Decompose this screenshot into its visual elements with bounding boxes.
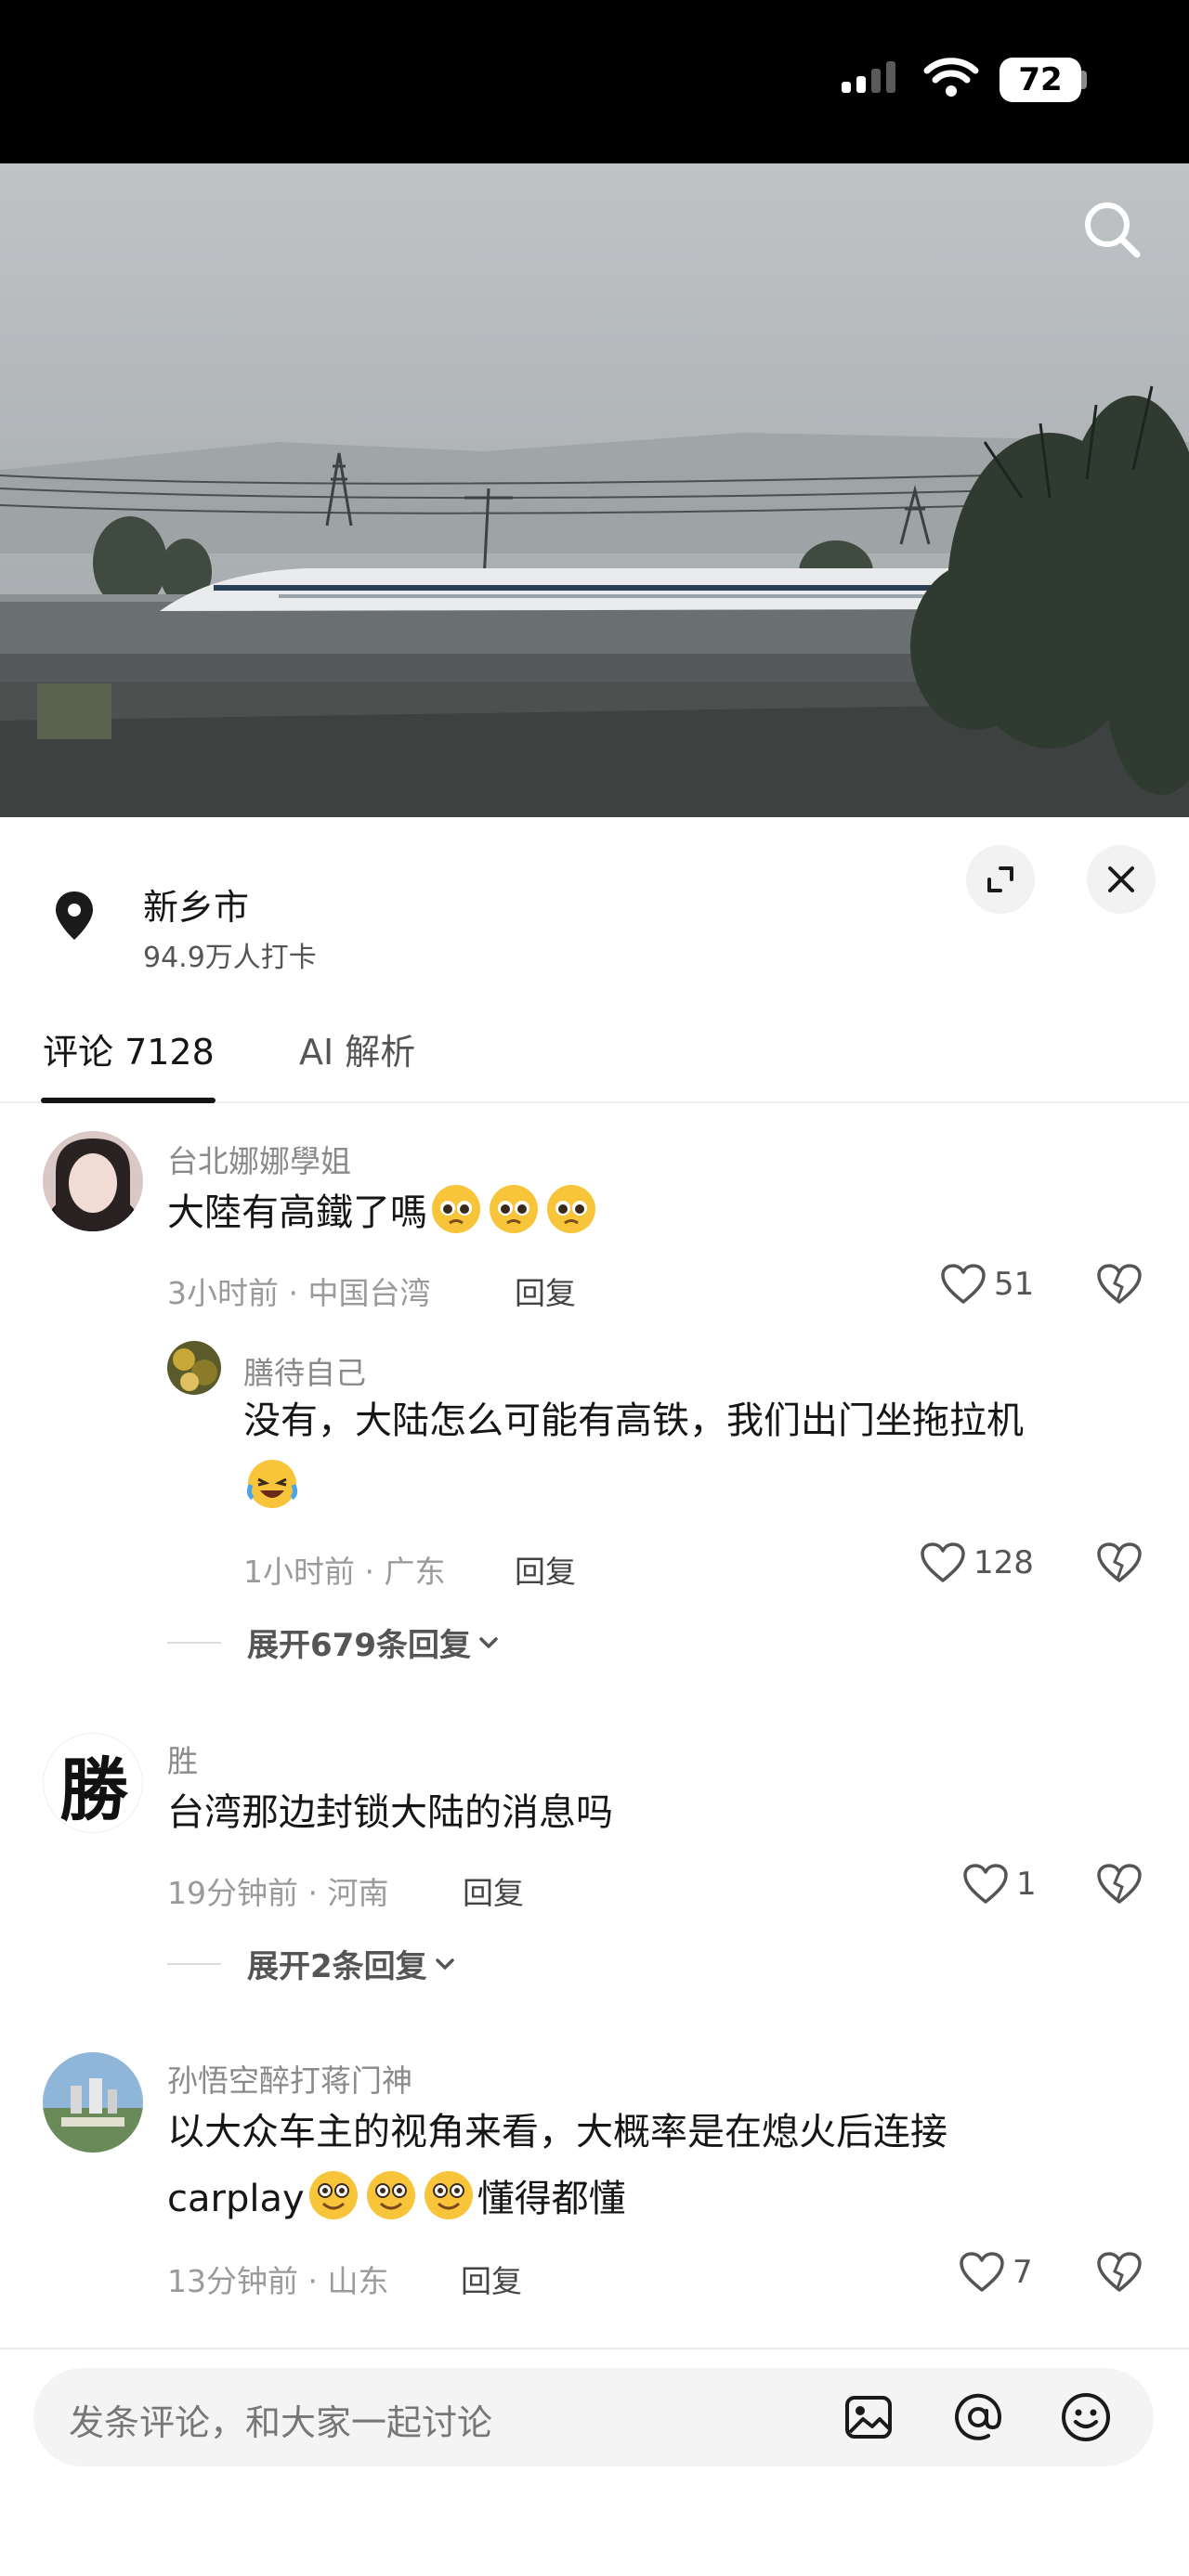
mention-icon[interactable]	[947, 2387, 1009, 2448]
comment-username[interactable]: 台北娜娜學姐	[167, 1137, 351, 1181]
like-count: 7	[1013, 2254, 1033, 2291]
like-button[interactable]: 7	[959, 2251, 1033, 2294]
fullscreen-button[interactable]	[966, 845, 1035, 914]
image-icon[interactable]	[838, 2387, 899, 2448]
search-icon[interactable]	[1079, 197, 1144, 262]
location-pin-icon	[50, 890, 98, 942]
location-checkins: 94.9万人打卡	[143, 942, 317, 974]
comment-meta: 19分钟前 · 河南	[167, 1875, 389, 1911]
comment-sheet: 新乡市 94.9万人打卡 评论 7128 AI 解析 台北娜娜學姐 大陸有高鐵了…	[0, 821, 1189, 2576]
avatar[interactable]	[167, 1341, 221, 1395]
comment-input-bar: 发条评论，和大家一起讨论	[0, 2348, 1189, 2576]
battery-cap	[1081, 71, 1087, 89]
broken-heart-icon	[1097, 1864, 1142, 1904]
location-name: 新乡市	[143, 887, 250, 928]
emoji-icon[interactable]	[1055, 2387, 1117, 2448]
like-count: 51	[994, 1266, 1035, 1303]
close-button[interactable]	[1087, 845, 1156, 914]
flushed-smile-emoji	[308, 2171, 358, 2219]
heart-icon	[963, 1864, 1008, 1904]
battery-indicator: 72	[1000, 58, 1081, 102]
broken-heart-icon	[1097, 2252, 1142, 2292]
reply-username[interactable]: 膳待自己	[243, 1348, 366, 1393]
like-button[interactable]: 128	[920, 1542, 1034, 1584]
comment-username[interactable]: 孙悟空醉打蒋门神	[167, 2056, 412, 2101]
like-button[interactable]: 51	[940, 1263, 1034, 1306]
heart-icon	[941, 1264, 986, 1304]
reply-text: 没有，大陆怎么可能有高铁，我们出门坐拖拉机	[243, 1387, 1135, 1521]
like-button[interactable]: 1	[962, 1863, 1037, 1906]
laughing-crying-emoji	[246, 1460, 298, 1508]
flushed-smile-emoji	[366, 2171, 415, 2219]
status-bar: 72	[0, 0, 1189, 163]
reply-text-content: 没有，大陆怎么可能有高铁，我们出门坐拖拉机	[243, 1399, 1024, 1442]
comment-text: 以大众车主的视角来看，大概率是在熄火后连接 carplay 懂得都懂	[167, 2099, 1152, 2232]
comment-meta: 3小时前 · 中国台湾	[167, 1275, 431, 1311]
comment-input[interactable]: 发条评论，和大家一起讨论	[33, 2368, 1154, 2466]
dislike-button[interactable]	[1096, 1542, 1143, 1588]
pleading-face-emoji	[490, 1185, 538, 1233]
pleading-face-emoji	[547, 1185, 595, 1233]
close-icon	[1108, 866, 1134, 892]
expand-replies-button[interactable]: 展开679条回复	[167, 1620, 503, 1665]
reply-button[interactable]: 回复	[515, 1268, 576, 1313]
comment-text-content: 大陸有高鐵了嗎	[167, 1191, 427, 1234]
expand-replies-label: 展开2条回复	[247, 1948, 427, 1985]
dislike-button[interactable]	[1096, 1863, 1143, 1909]
tab-ai-analysis[interactable]: AI 解析	[299, 1023, 415, 1074]
tab-bar: 评论 7128 AI 解析	[0, 1007, 1189, 1103]
train-video-frame	[0, 163, 1189, 817]
like-count: 128	[973, 1544, 1034, 1581]
active-tab-indicator	[41, 1098, 216, 1103]
expand-icon	[987, 866, 1013, 892]
expand-replies-button[interactable]: 展开2条回复	[167, 1941, 459, 1986]
dislike-button[interactable]	[1096, 2251, 1143, 2297]
avatar[interactable]	[43, 2052, 143, 2153]
comment-text-tail: 懂得都懂	[477, 2178, 626, 2220]
like-count: 1	[1016, 1866, 1037, 1903]
comment-text: 大陸有高鐵了嗎	[167, 1179, 600, 1246]
reply-button[interactable]: 回复	[463, 1868, 524, 1913]
avatar[interactable]	[43, 1131, 143, 1231]
avatar[interactable]: 勝	[43, 1733, 143, 1833]
comment-username[interactable]: 胜	[167, 1737, 198, 1781]
reply-button[interactable]: 回复	[515, 1547, 576, 1592]
comment-text-line1: 以大众车主的视角来看，大概率是在熄火后连接	[167, 2111, 947, 2153]
wifi-icon	[923, 56, 979, 100]
reply-meta: 1小时前 · 广东	[243, 1554, 446, 1590]
reply-button[interactable]: 回复	[461, 2257, 522, 2301]
tab-comments[interactable]: 评论 7128	[43, 1023, 215, 1074]
expand-replies-label: 展开679条回复	[247, 1627, 471, 1664]
dislike-button[interactable]	[1096, 1263, 1143, 1309]
chevron-down-icon	[435, 1958, 454, 1970]
avatar-calligraphy: 勝	[59, 1750, 128, 1830]
heart-icon	[921, 1542, 965, 1582]
comment-text: 台湾那边封锁大陆的消息吗	[167, 1791, 613, 1834]
comment-text-carplay: carplay	[167, 2178, 305, 2220]
video-player[interactable]	[0, 163, 1189, 817]
broken-heart-icon	[1097, 1542, 1142, 1582]
broken-heart-icon	[1097, 1264, 1142, 1304]
comment-input-placeholder: 发条评论，和大家一起讨论	[69, 2402, 493, 2443]
comment-meta: 13分钟前 · 山东	[167, 2263, 389, 2299]
chevron-down-icon	[479, 1636, 498, 1648]
flushed-smile-emoji	[424, 2171, 473, 2219]
heart-icon	[960, 2252, 1004, 2292]
cellular-signal-icon	[842, 61, 895, 93]
pleading-face-emoji	[432, 1185, 480, 1233]
